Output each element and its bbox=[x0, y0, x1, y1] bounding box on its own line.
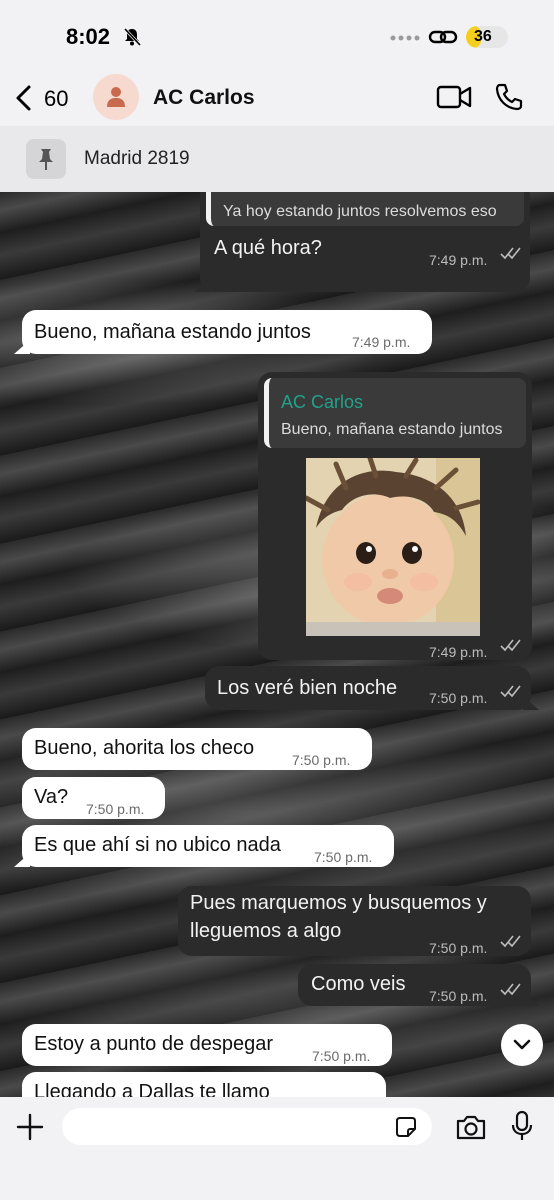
reply-preview[interactable]: AC Carlos Ya hoy estando juntos resolvem… bbox=[206, 192, 524, 226]
pinned-message-bar[interactable]: Madrid 2819 bbox=[0, 126, 554, 192]
microphone-icon[interactable] bbox=[510, 1110, 534, 1142]
message-time: 7:50 p.m. bbox=[292, 752, 351, 768]
reply-text: Ya hoy estando juntos resolvemos eso bbox=[223, 203, 497, 220]
reply-author: AC Carlos bbox=[281, 392, 364, 412]
battery-indicator: 36 bbox=[466, 26, 508, 48]
double-check-icon bbox=[500, 247, 521, 260]
message-time: 7:49 p.m. bbox=[429, 644, 488, 660]
message-bubble-incoming[interactable]: Llegando a Dallas te llamo bbox=[22, 1072, 386, 1097]
contact-name[interactable]: AC Carlos bbox=[153, 86, 255, 110]
message-bubble-outgoing[interactable]: Como veis 7:50 p.m. bbox=[298, 964, 539, 1006]
avatar[interactable] bbox=[93, 74, 139, 120]
message-bubble-incoming[interactable]: Bueno, ahorita los checo 7:50 p.m. bbox=[22, 728, 372, 770]
message-text: Llegando a Dallas te llamo bbox=[34, 1081, 270, 1097]
video-call-icon[interactable] bbox=[436, 84, 472, 110]
person-icon bbox=[107, 87, 125, 107]
pinned-text: Madrid 2819 bbox=[84, 148, 190, 169]
message-time: 7:49 p.m. bbox=[429, 252, 488, 268]
message-bubble-incoming[interactable]: Bueno, mañana estando juntos 7:49 p.m. bbox=[14, 310, 432, 354]
camera-icon[interactable] bbox=[455, 1113, 487, 1141]
message-text: A qué hora? bbox=[214, 237, 322, 259]
message-text: Bueno, ahorita los checo bbox=[34, 737, 255, 759]
bubble-tail bbox=[523, 696, 539, 710]
reply-preview[interactable]: AC Carlos Bueno, mañana estando juntos bbox=[264, 378, 526, 448]
double-check-icon bbox=[500, 935, 521, 948]
message-time: 7:50 p.m. bbox=[429, 988, 488, 1004]
signal-dots-icon bbox=[390, 35, 420, 41]
message-bubble-outgoing[interactable]: AC Carlos Bueno, mañana estando juntos 7… bbox=[258, 372, 532, 660]
sticker-icon[interactable] bbox=[394, 1115, 418, 1139]
link-icon bbox=[428, 30, 458, 44]
message-text: Bueno, mañana estando juntos bbox=[34, 321, 311, 343]
double-check-icon bbox=[500, 983, 521, 996]
battery-level: 36 bbox=[474, 28, 492, 45]
message-text: Los veré bien noche bbox=[217, 677, 398, 699]
message-list[interactable]: AC Carlos Ya hoy estando juntos resolvem… bbox=[0, 192, 554, 1097]
bubble-tail bbox=[14, 340, 30, 354]
baby-face-sticker[interactable] bbox=[306, 458, 480, 636]
message-text: Como veis bbox=[311, 973, 406, 995]
message-time: 7:49 p.m. bbox=[352, 334, 411, 350]
message-input-bar bbox=[0, 1097, 554, 1200]
phone-icon[interactable] bbox=[494, 82, 524, 112]
status-time: 8:02 bbox=[66, 24, 111, 49]
baby-face-image bbox=[306, 458, 480, 636]
message-time: 7:50 p.m. bbox=[314, 849, 373, 865]
back-count[interactable]: 60 bbox=[44, 86, 68, 112]
bubble-tail bbox=[523, 992, 539, 1006]
message-time: 7:50 p.m. bbox=[429, 940, 488, 956]
reply-text: Bueno, mañana estando juntos bbox=[281, 421, 503, 438]
chevron-down-icon bbox=[513, 1039, 531, 1050]
pin-icon bbox=[39, 149, 53, 170]
message-text: Estoy a punto de despegar bbox=[34, 1033, 274, 1055]
top-bar: 8:02 36 60 AC Carlos bbox=[0, 0, 554, 126]
scroll-to-bottom-button[interactable] bbox=[501, 1024, 543, 1066]
message-bubble-incoming[interactable]: Va? 7:50 p.m. bbox=[22, 777, 165, 819]
bubble-tail bbox=[14, 853, 30, 867]
message-time: 7:50 p.m. bbox=[312, 1048, 371, 1064]
plus-icon[interactable] bbox=[16, 1113, 44, 1141]
message-text: Es que ahí si no ubico nada bbox=[34, 834, 281, 856]
pin-icon-box bbox=[26, 139, 66, 179]
bubble-tail bbox=[194, 278, 210, 292]
double-check-icon bbox=[500, 685, 521, 698]
chevron-left-icon[interactable] bbox=[14, 84, 34, 112]
message-bubble-outgoing[interactable]: Pues marquemos y busquemos y lleguemos a… bbox=[178, 886, 531, 956]
message-input[interactable] bbox=[62, 1108, 432, 1145]
message-bubble-incoming[interactable]: Estoy a punto de despegar 7:50 p.m. bbox=[22, 1024, 392, 1066]
bell-muted-icon bbox=[123, 27, 142, 47]
double-check-icon bbox=[500, 639, 521, 652]
message-bubble-outgoing[interactable]: Los veré bien noche 7:50 p.m. bbox=[205, 666, 539, 710]
message-bubble-incoming[interactable]: Es que ahí si no ubico nada 7:50 p.m. bbox=[14, 825, 394, 867]
message-bubble-outgoing[interactable]: AC Carlos Ya hoy estando juntos resolvem… bbox=[200, 192, 530, 292]
message-text: Va? bbox=[34, 786, 69, 808]
message-time: 7:50 p.m. bbox=[86, 801, 145, 817]
message-time: 7:50 p.m. bbox=[429, 690, 488, 706]
